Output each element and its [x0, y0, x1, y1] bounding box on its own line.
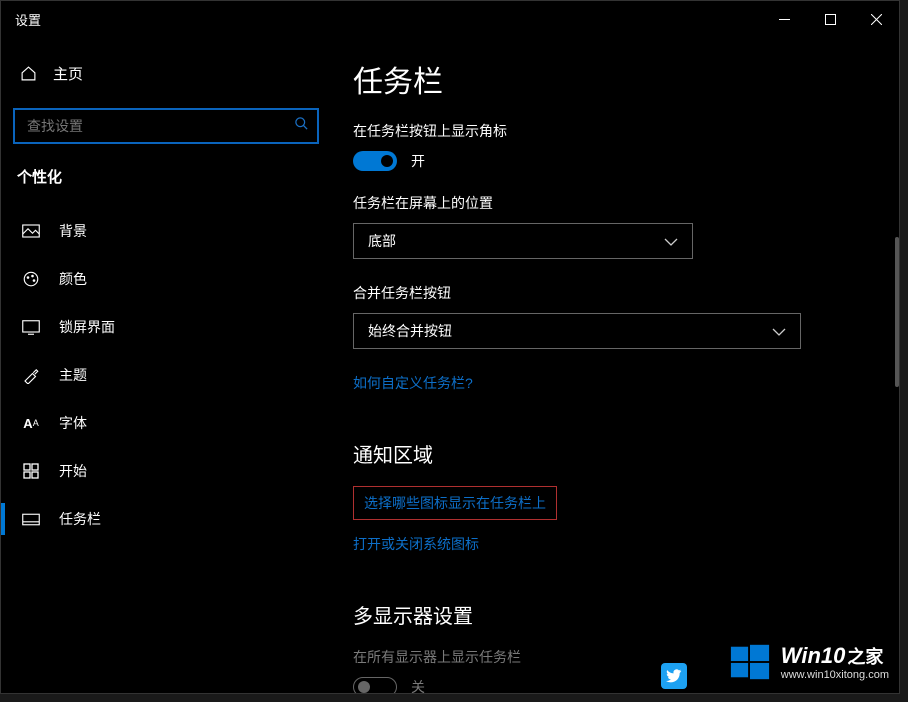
section-notify-header: 通知区域 [353, 439, 859, 468]
position-dropdown[interactable]: 底部 [353, 223, 693, 259]
page-title: 任务栏 [353, 57, 859, 101]
windows-logo-icon [729, 641, 771, 683]
search-field[interactable] [13, 108, 319, 144]
sidebar-item-fonts[interactable]: AA 字体 [13, 399, 319, 447]
section-multi-header: 多显示器设置 [353, 600, 859, 629]
start-icon [21, 463, 41, 479]
sidebar-item-label: 字体 [59, 413, 87, 433]
category-label: 个性化 [17, 166, 319, 187]
position-value: 底部 [368, 231, 396, 251]
maximize-button[interactable] [807, 1, 853, 37]
search-icon [294, 116, 309, 136]
sidebar-item-label: 锁屏界面 [59, 317, 115, 337]
sidebar-item-label: 任务栏 [59, 509, 101, 529]
multi-toggle[interactable] [353, 677, 397, 693]
system-icons-link[interactable]: 打开或关闭系统图标 [353, 534, 479, 554]
watermark-brand: Win10 [781, 643, 846, 669]
chevron-down-icon [772, 323, 786, 339]
watermark-brand-suffix: 之家 [847, 643, 883, 669]
lockscreen-icon [21, 320, 41, 335]
twitter-icon [661, 663, 687, 689]
watermark: Win10 之家 www.win10xitong.com [729, 637, 889, 687]
minimize-button[interactable] [761, 1, 807, 37]
content-pane: 任务栏 在任务栏按钮上显示角标 开 任务栏在屏幕上的位置 底部 合并任务栏按钮 … [331, 37, 899, 693]
watermark-url: www.win10xitong.com [781, 669, 889, 681]
sidebar-item-label: 颜色 [59, 269, 87, 289]
window-title: 设置 [15, 10, 41, 29]
sidebar-item-label: 开始 [59, 461, 87, 481]
palette-icon [21, 270, 41, 288]
sidebar-item-label: 背景 [59, 221, 87, 241]
toggle-state-on: 开 [411, 151, 425, 171]
search-input[interactable] [13, 108, 319, 144]
position-label: 任务栏在屏幕上的位置 [353, 193, 859, 213]
sidebar-item-themes[interactable]: 主题 [13, 351, 319, 399]
picture-icon [21, 224, 41, 238]
home-icon [19, 65, 37, 82]
badge-toggle-row: 开 [353, 151, 859, 171]
sidebar-item-background[interactable]: 背景 [13, 207, 319, 255]
combine-label: 合并任务栏按钮 [353, 283, 859, 303]
combine-value: 始终合并按钮 [368, 321, 452, 341]
home-label: 主页 [53, 63, 83, 84]
window-controls [761, 1, 899, 37]
sidebar-item-lockscreen[interactable]: 锁屏界面 [13, 303, 319, 351]
badge-label: 在任务栏按钮上显示角标 [353, 121, 859, 141]
font-icon: AA [21, 416, 41, 431]
help-link[interactable]: 如何自定义任务栏? [353, 373, 473, 393]
close-button[interactable] [853, 1, 899, 37]
combine-dropdown[interactable]: 始终合并按钮 [353, 313, 801, 349]
home-link[interactable]: 主页 [13, 55, 319, 92]
titlebar: 设置 [1, 1, 899, 37]
chevron-down-icon [664, 233, 678, 249]
sidebar-item-colors[interactable]: 颜色 [13, 255, 319, 303]
select-icons-link[interactable]: 选择哪些图标显示在任务栏上 [353, 486, 557, 520]
scrollbar-thumb[interactable] [895, 237, 899, 387]
nav-list: 背景 颜色 锁屏界面 [13, 207, 319, 543]
theme-icon [21, 366, 41, 384]
window-body: 主页 个性化 背景 [1, 37, 899, 693]
toggle-state-off: 关 [411, 677, 425, 693]
sidebar-item-label: 主题 [59, 365, 87, 385]
sidebar-item-taskbar[interactable]: 任务栏 [13, 495, 319, 543]
settings-window: 设置 主页 [0, 0, 900, 694]
taskbar-icon [21, 513, 41, 526]
scrollbar-track[interactable] [893, 37, 899, 693]
sidebar: 主页 个性化 背景 [1, 37, 331, 693]
sidebar-item-start[interactable]: 开始 [13, 447, 319, 495]
badge-toggle[interactable] [353, 151, 397, 171]
